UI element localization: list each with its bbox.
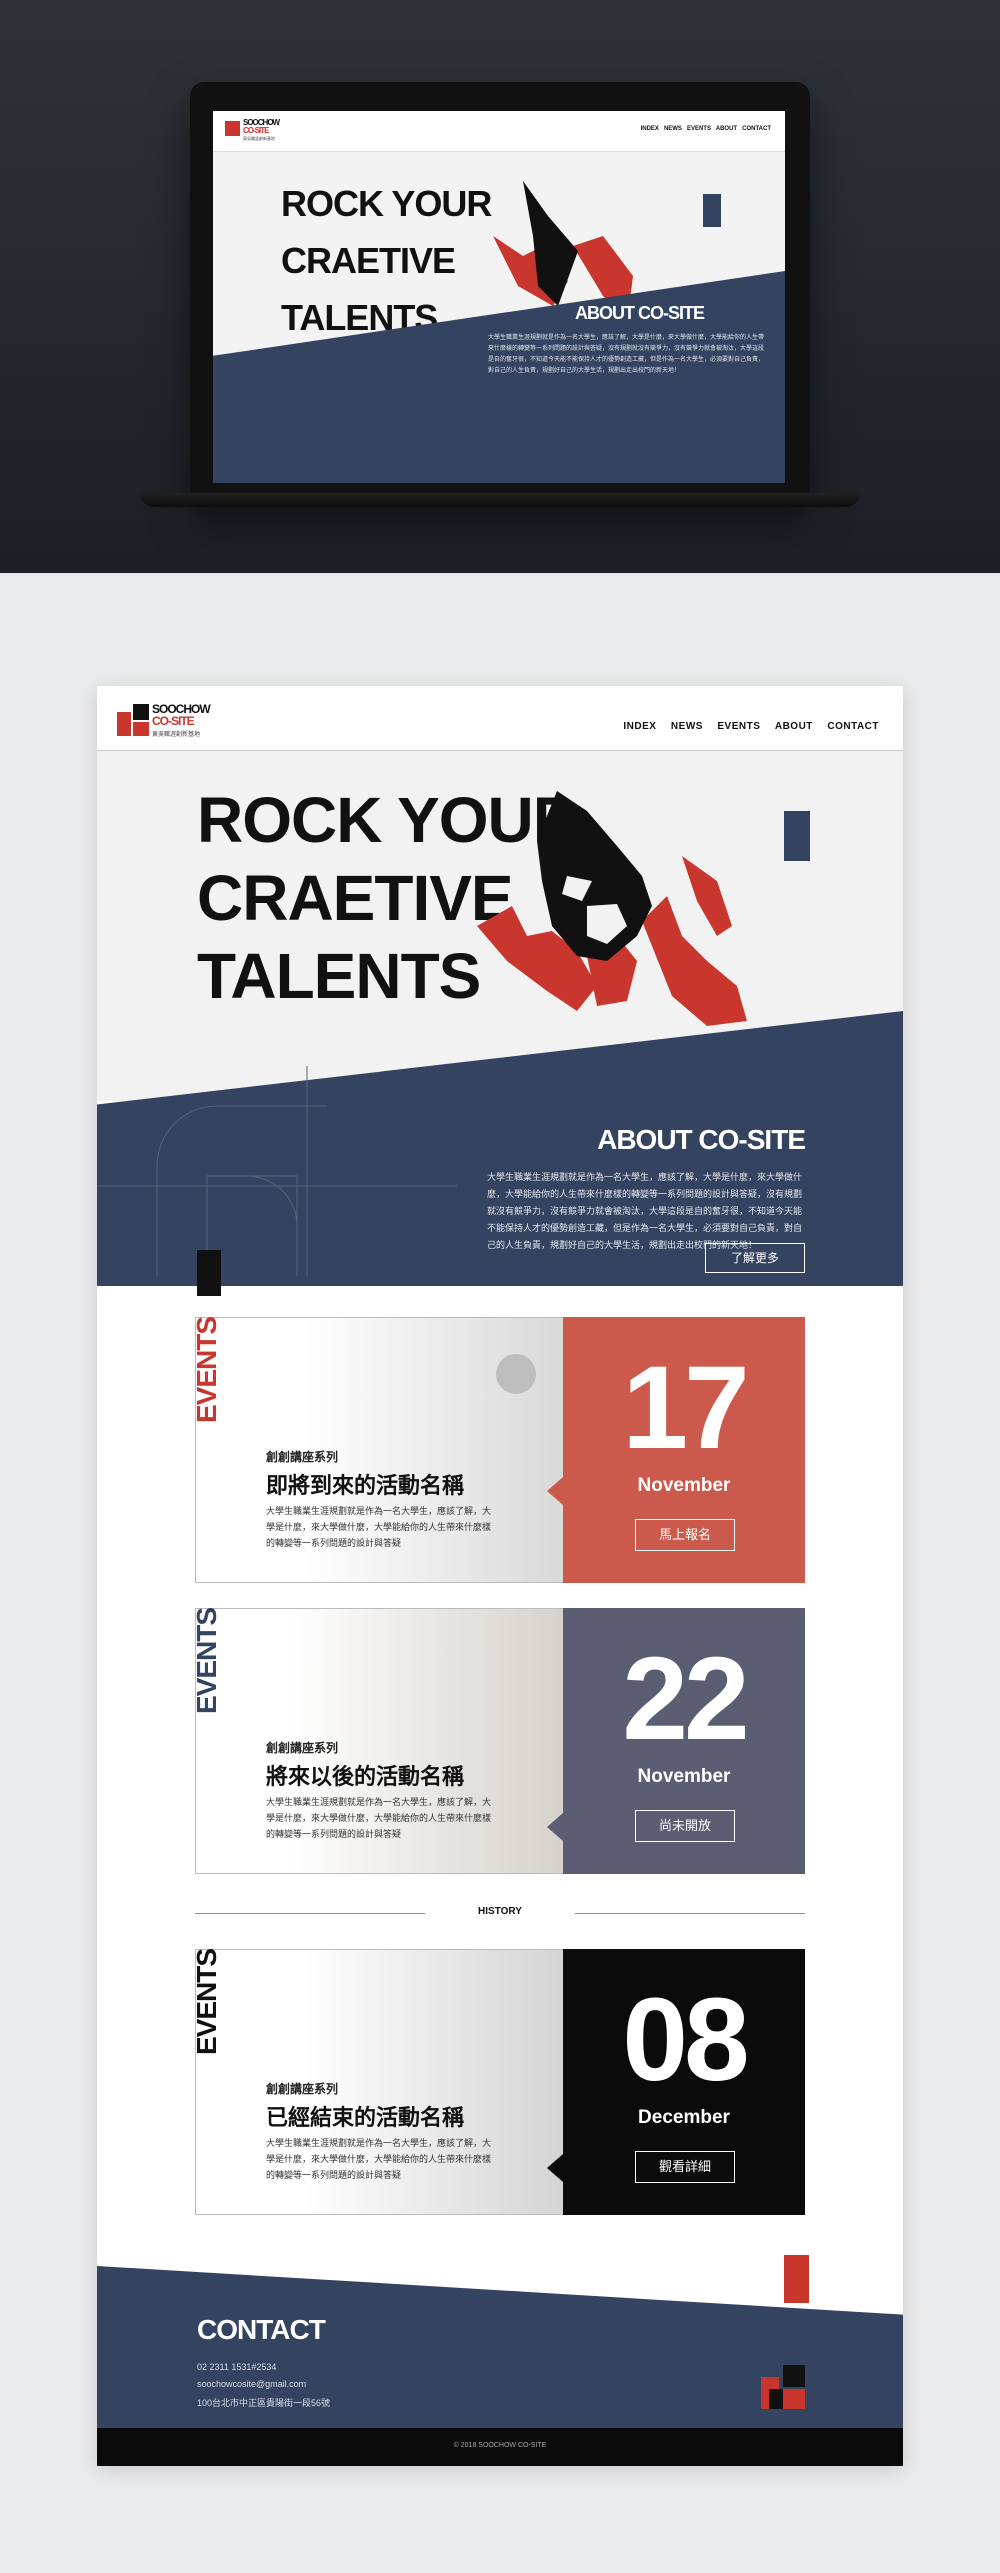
contact-accent-block [784,2255,809,2303]
event-month: December [638,2107,730,2128]
mini-nav-about[interactable]: ABOUT [716,126,737,132]
mini-nav-index[interactable]: INDEX [641,126,659,132]
nav-news[interactable]: NEWS [671,721,703,732]
about-text: 大學生職業生涯規劃就是作為一名大學生，應該了解，大學是什麼，來大學做什麼，大學能… [487,1172,803,1250]
laptop-screen: SOOCHOW CO-SITE 東吳職涯創新基地 INDEX NEWS EVEN… [213,111,785,483]
brand-subtitle: 東吳職涯創新基地 [152,732,201,738]
event-pointer [547,2154,563,2182]
web-page: SOOCHOW CO-SITE 東吳職涯創新基地 INDEX NEWS EVEN… [97,686,903,2466]
events-vertical-label: EVENTS [191,1317,222,1424]
mini-nav-contact[interactable]: CONTACT [742,126,771,132]
event-description: 大學生職業生涯規劃就是作為一名大學生，應該了解，大學是什麼，來大學做什麼，大學能… [266,1506,492,1548]
mini-nav-events[interactable]: EVENTS [687,126,711,132]
brand-logo-icon[interactable] [117,704,149,736]
event-card-past[interactable]: 創創講座系列 已經結束的活動名稱 大學生職業生涯規劃就是作為一名大學生，應該了解… [191,1949,805,2215]
event-date-panel: 22 November 尚未開放 [563,1608,805,1874]
mini-logo-mark [225,121,240,136]
not-open-button[interactable]: 尚未開放 [635,1810,735,1842]
event-title: 即將到來的活動名稱 [266,1473,465,1498]
event-title: 將來以後的活動名稱 [266,1764,465,1789]
event-card-upcoming[interactable]: 創創講座系列 即將到來的活動名稱 大學生職業生涯規劃就是作為一名大學生，應該了解… [191,1317,805,1583]
about-more-button[interactable]: 了解更多 [705,1243,805,1273]
copyright: © 2018 SOOCHOW CO-SITE [453,2442,547,2449]
mini-hero-line1: ROCK YOUR [281,183,492,224]
nav-index[interactable]: INDEX [623,721,656,732]
events-vertical-label: EVENTS [191,1949,222,2056]
main-nav: INDEX NEWS EVENTS ABOUT CONTACT [613,716,879,734]
event-date-panel: 17 November 馬上報名 [563,1317,805,1583]
events-vertical-label: EVENTS [191,1608,222,1715]
event-body: 創創講座系列 將來以後的活動名稱 大學生職業生涯規劃就是作為一名大學生，應該了解… [195,1608,565,1874]
event-day: 17 [622,1342,749,1474]
event-pointer [547,1477,563,1505]
event-description: 大學生職業生涯規劃就是作為一名大學生，應該了解，大學是什麼，來大學做什麼，大學能… [266,1797,492,1839]
mini-nav: INDEX NEWS EVENTS ABOUT CONTACT [641,126,771,132]
event-month: November [637,1766,731,1787]
mini-brand-sub: 東吳職涯創新基地 [243,136,275,141]
footer-logo-icon [761,2365,805,2409]
nav-events[interactable]: EVENTS [717,721,760,732]
event-day: 08 [622,1974,749,2106]
about-line-graphic [97,1066,457,1276]
event-series: 創創講座系列 [266,2082,339,2096]
event-series: 創創講座系列 [266,1450,339,1464]
nav-contact[interactable]: CONTACT [827,721,879,732]
mini-brand-line2: CO-SITE [243,126,269,135]
event-date-panel: 08 December 觀看詳細 [563,1949,805,2215]
event-day: 22 [622,1633,749,1765]
nav-about[interactable]: ABOUT [775,721,813,732]
mini-accent-block [703,194,721,227]
contact-address: 100台北市中正區貴陽街一段56號 [197,2398,331,2408]
about-title: ABOUT CO-SITE [597,1124,806,1155]
microphone-icon [496,1354,536,1394]
mini-hero-line2: CRAETIVE [281,240,456,281]
mini-nav-news[interactable]: NEWS [664,126,682,132]
rock-hands-illustration [477,791,747,1026]
history-label: HISTORY [478,1906,522,1917]
hero-accent-block [784,811,810,861]
event-month: November [637,1475,731,1496]
laptop-base [140,493,860,507]
register-button[interactable]: 馬上報名 [635,1519,735,1551]
brand-line2: CO-SITE [152,714,195,728]
event-card-future[interactable]: 創創講座系列 將來以後的活動名稱 大學生職業生涯規劃就是作為一名大學生，應該了解… [191,1608,805,1874]
details-button[interactable]: 觀看詳細 [635,2151,735,2183]
contact-phone: 02 2311 1531#2534 [197,2362,277,2372]
contact-email[interactable]: soochowcosite@gmail.com [197,2379,306,2389]
mini-about-text: 大學生職業生涯規劃就是作為一名大學生，應該了解，大學是什麼，來大學做什麼，大學能… [488,335,765,374]
event-description: 大學生職業生涯規劃就是作為一名大學生，應該了解，大學是什麼，來大學做什麼，大學能… [266,2138,492,2180]
contact-title: CONTACT [197,2314,326,2345]
mini-about-title: ABOUT CO-SITE [575,303,705,323]
event-body: 創創講座系列 即將到來的活動名稱 大學生職業生涯規劃就是作為一名大學生，應該了解… [195,1317,565,1583]
mini-rock-hands-illustration [493,181,633,316]
history-line-left [195,1913,425,1914]
event-body: 創創講座系列 已經結束的活動名稱 大學生職業生涯規劃就是作為一名大學生，應該了解… [195,1949,565,2215]
events-accent-block [197,1250,221,1296]
history-line-right [575,1913,805,1914]
event-title: 已經結束的活動名稱 [266,2105,465,2130]
event-pointer [547,1813,563,1841]
event-series: 創創講座系列 [266,1741,339,1755]
